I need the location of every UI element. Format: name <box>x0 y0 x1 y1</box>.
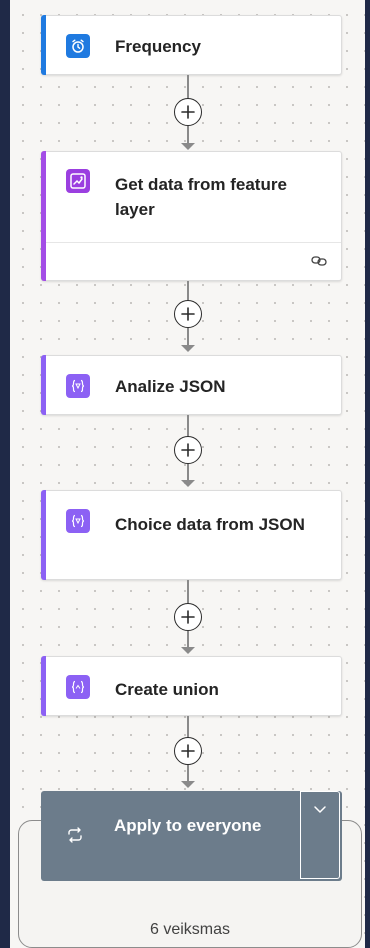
step-card-create-union[interactable]: Create union <box>41 656 342 716</box>
connector-line <box>187 281 189 301</box>
step-title: Analize JSON <box>115 377 226 396</box>
insert-step-button[interactable] <box>174 436 202 464</box>
curly-braces-icon <box>66 374 90 398</box>
collapse-button[interactable] <box>300 791 340 879</box>
card-footer-divider <box>46 242 341 243</box>
insert-step-button[interactable] <box>174 603 202 631</box>
connector-line <box>187 75 189 99</box>
curly-braces-icon <box>66 675 90 699</box>
plus-icon <box>181 744 195 758</box>
connector-arrow <box>181 647 195 654</box>
connector-line <box>187 415 189 437</box>
plus-icon <box>181 105 195 119</box>
connector-arrow <box>181 781 195 788</box>
step-accent-bar <box>41 15 46 75</box>
step-title: Frequency <box>115 37 201 56</box>
connector-line <box>187 328 189 346</box>
scope-action-count: 6 veiksmas <box>149 921 231 938</box>
step-accent-bar <box>41 151 46 281</box>
loop-icon <box>65 825 85 845</box>
connector-line <box>187 464 189 481</box>
connector-arrow <box>181 480 195 487</box>
plus-icon <box>181 610 195 624</box>
apply-to-each-card[interactable]: Apply to everyone <box>41 791 342 881</box>
connector-line <box>187 631 189 648</box>
step-card-frequency[interactable]: Frequency <box>41 15 342 75</box>
step-title: Create union <box>115 680 219 699</box>
step-card-get-data[interactable]: Get data from feature layer <box>41 151 342 281</box>
step-accent-bar <box>41 656 46 716</box>
step-title: Get data from feature layer <box>115 175 287 219</box>
scope-title: Apply to everyone <box>114 816 262 835</box>
step-title: Choice data from JSON <box>115 515 305 534</box>
curly-braces-icon <box>66 509 90 533</box>
arcgis-icon <box>66 169 90 193</box>
step-card-analize-json[interactable]: Analize JSON <box>41 355 342 415</box>
step-accent-bar <box>41 490 46 580</box>
chevron-down-icon <box>314 806 326 813</box>
insert-step-button[interactable] <box>174 737 202 765</box>
plus-icon <box>181 307 195 321</box>
alarm-clock-icon <box>66 34 90 58</box>
connector-arrow <box>181 345 195 352</box>
insert-step-button[interactable] <box>174 300 202 328</box>
step-accent-bar <box>41 355 46 415</box>
connector-line <box>187 580 189 604</box>
connector-line <box>187 716 189 738</box>
step-card-choice-data[interactable]: Choice data from JSON <box>41 490 342 580</box>
connector-arrow <box>181 143 195 150</box>
connector-line <box>187 126 189 144</box>
insert-step-button[interactable] <box>174 98 202 126</box>
plus-icon <box>181 443 195 457</box>
connector-line <box>187 765 189 782</box>
link-icon[interactable] <box>311 254 327 268</box>
